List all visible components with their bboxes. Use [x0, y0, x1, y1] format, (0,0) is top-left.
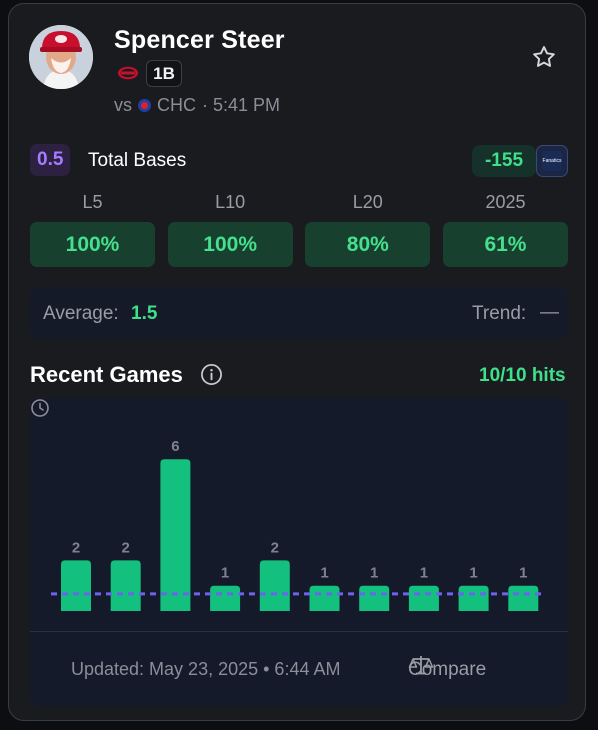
- clock-icon: [31, 399, 49, 417]
- opponent-prefix: vs: [114, 95, 132, 115]
- reds-logo-icon: [118, 66, 138, 80]
- updated-timestamp: Updated: May 23, 2025 • 6:44 AM: [71, 659, 341, 679]
- sportsbook-label: Fanatics: [542, 151, 562, 171]
- info-icon[interactable]: [200, 363, 223, 386]
- fanatics-icon[interactable]: Fanatics: [536, 145, 568, 177]
- hit-rate-value-2025: 61%: [442, 222, 568, 267]
- chart-divider: [30, 631, 568, 632]
- chart-bar[interactable]: [61, 560, 91, 611]
- average-value: 1.5: [131, 303, 158, 324]
- bar-value-label: 6: [171, 438, 179, 455]
- recent-games-chart: 2 2 6 1 2 1 1 1 1 1 Updated: May 23, 2025 • 6:44 …: [30, 398, 568, 706]
- bar-value-label: 1: [221, 565, 229, 582]
- prop-line-badge: 0.5: [30, 144, 71, 176]
- average-label: Average:: [43, 303, 119, 324]
- compare-button[interactable]: Compare: [408, 653, 486, 687]
- hit-rate-value-l10: 100%: [167, 222, 293, 267]
- hit-rate-label: 2025: [485, 192, 526, 212]
- bar-value-label: 1: [420, 565, 428, 582]
- chart-bar[interactable]: [508, 585, 539, 611]
- trend-label: Trend:: [472, 303, 527, 324]
- player-avatar: [29, 25, 93, 89]
- bar-value-label: 2: [72, 539, 80, 556]
- chart-bar[interactable]: [309, 585, 340, 611]
- position-badge: 1B: [146, 60, 182, 87]
- chart-bar[interactable]: [408, 585, 439, 611]
- hit-rate-label: L10: [215, 192, 246, 212]
- chart-bar[interactable]: [210, 585, 241, 611]
- bar-value-label: 2: [271, 539, 279, 556]
- prop-card: Spencer Steer 1B vs CHC · 5:41 PM 0.5 To…: [8, 3, 586, 721]
- hit-rate-label: L5: [82, 192, 103, 212]
- chart-bar[interactable]: [259, 560, 290, 611]
- chart-bar[interactable]: [160, 459, 191, 611]
- bar-value-label: 1: [370, 565, 378, 582]
- odds-button[interactable]: -155: [472, 145, 536, 177]
- chart-bar[interactable]: [110, 560, 141, 611]
- hit-rate-labels: L5 L10 L20 2025: [30, 192, 568, 213]
- bar-chart: 2 2 6 1 2 1 1 1 1 1: [51, 438, 544, 611]
- bar-value-label: 1: [320, 565, 328, 582]
- hit-rate-label: L20: [352, 192, 383, 212]
- chart-bar[interactable]: [359, 585, 390, 611]
- scale-icon: [408, 656, 434, 675]
- hit-rate-value-l20: 80%: [305, 222, 431, 267]
- cubs-logo-icon: [138, 99, 151, 112]
- opponent-team: CHC: [157, 95, 196, 115]
- trend-value: —: [540, 302, 559, 323]
- prop-market: Total Bases: [88, 150, 187, 171]
- hits-summary: 10/10 hits: [479, 365, 566, 386]
- game-time: · 5:41 PM: [202, 95, 281, 115]
- matchup-info: vs CHC · 5:41 PM: [114, 95, 280, 116]
- player-name: Spencer Steer: [114, 26, 285, 54]
- bar-value-label: 2: [122, 539, 130, 556]
- hit-rate-value-l5: 100%: [30, 222, 155, 267]
- summary-bar: Average: 1.5 Trend: —: [30, 287, 568, 339]
- chart-bar[interactable]: [458, 585, 489, 611]
- bar-value-label: 1: [519, 565, 527, 582]
- favorite-star-icon[interactable]: [531, 44, 557, 70]
- recent-games-title: Recent Games: [30, 362, 183, 387]
- hit-rate-values: 100% 100% 80% 61%: [30, 222, 568, 267]
- bar-value-label: 1: [469, 565, 477, 582]
